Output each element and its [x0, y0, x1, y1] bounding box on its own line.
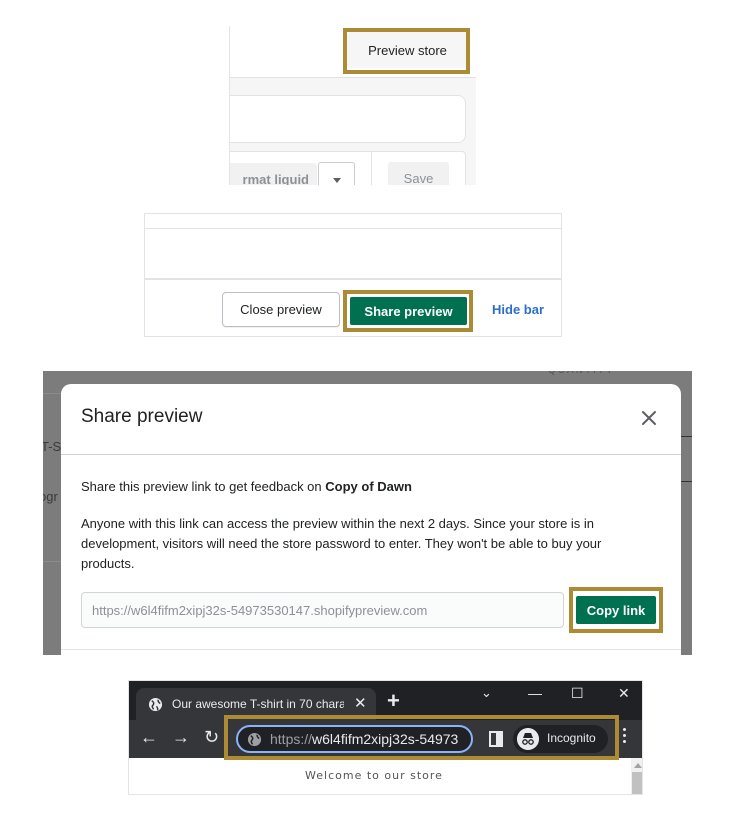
side-panel-icon[interactable]	[489, 731, 503, 747]
copy-link-button[interactable]: Copy link	[576, 596, 656, 624]
tab-close-icon[interactable]: ✕	[354, 694, 367, 712]
dialog-intro: Share this preview link to get feedback …	[81, 479, 412, 494]
close-window-icon[interactable]: ✕	[618, 685, 630, 702]
browser-window-panel: Our awesome T-shirt in 70 charac ✕ + ⌄ —…	[128, 680, 643, 795]
address-url: https://w6l4fifm2xipj32s-54973	[270, 731, 458, 747]
reload-icon[interactable]: ↻	[204, 727, 219, 748]
address-bar[interactable]: https://w6l4fifm2xipj32s-54973	[236, 725, 473, 753]
admin-header-panel: Preview store rmat liquid Save	[229, 26, 476, 185]
divider	[61, 649, 681, 650]
dialog-title: Share preview	[81, 406, 203, 427]
dialog-description: Anyone with this link can access the pre…	[81, 516, 602, 571]
divider	[145, 228, 561, 229]
content-card	[230, 95, 466, 143]
share-preview-dialog: Share preview Share this preview link to…	[61, 384, 681, 655]
url-host: w6l4fifm2xipj32s-54973	[312, 731, 459, 747]
intro-text: Share this preview link to get feedback …	[81, 479, 326, 494]
announcement-text: Welcome to our store	[305, 769, 443, 782]
browser-toolbar: ← → ↻ https://w6l4fifm2xipj32s-54973 Inc…	[129, 720, 642, 758]
hide-bar-link[interactable]: Hide bar	[492, 302, 544, 317]
maximize-icon[interactable]: ☐	[571, 685, 584, 702]
divider	[371, 152, 372, 185]
incognito-label: Incognito	[547, 731, 596, 745]
back-icon[interactable]: ←	[140, 727, 158, 748]
preview-store-button[interactable]: Preview store	[347, 32, 468, 68]
tab-title: Our awesome T-shirt in 70 charac	[172, 697, 344, 711]
forward-icon[interactable]: →	[172, 727, 190, 748]
incognito-badge[interactable]: Incognito	[513, 725, 608, 753]
scrollbar[interactable]	[631, 758, 642, 794]
format-dropdown-button[interactable]	[318, 162, 355, 185]
new-tab-icon[interactable]: +	[387, 690, 400, 712]
background-text: ogr	[43, 489, 58, 504]
background-product-text: T-S	[43, 439, 62, 454]
tab-search-icon[interactable]: ⌄	[481, 685, 492, 701]
background-divider	[43, 561, 63, 562]
background-quantity-header: QUANTITY	[548, 371, 615, 376]
scrollbar-thumb[interactable]	[632, 772, 642, 794]
preview-url-field[interactable]	[81, 592, 564, 628]
minimize-icon[interactable]: —	[528, 685, 542, 701]
share-preview-button[interactable]: Share preview	[350, 297, 467, 325]
url-scheme: https://	[270, 731, 313, 747]
browser-menu-icon[interactable]	[623, 728, 627, 746]
dialog-header: Share preview	[61, 384, 681, 455]
tab-strip: Our awesome T-shirt in 70 charac ✕ + ⌄ —…	[129, 681, 642, 721]
globe-icon	[148, 697, 163, 712]
format-liquid-button[interactable]: rmat liquid	[230, 163, 317, 185]
save-button[interactable]: Save	[388, 162, 449, 185]
close-icon[interactable]	[637, 406, 661, 430]
admin-top-bar: Preview store	[230, 26, 476, 78]
background-divider	[43, 393, 63, 394]
share-preview-modal-panel: QUANTITY T-S ogr Share preview Share thi…	[43, 371, 692, 655]
globe-icon	[247, 732, 262, 747]
scroll-up-arrow-icon[interactable]	[634, 763, 642, 768]
theme-name: Copy of Dawn	[325, 479, 412, 494]
preview-bar-panel: Close preview Share preview Hide bar	[144, 213, 562, 337]
close-preview-button[interactable]: Close preview	[222, 292, 340, 327]
browser-tab[interactable]: Our awesome T-shirt in 70 charac ✕	[136, 688, 376, 721]
incognito-icon	[517, 728, 539, 750]
divider	[145, 278, 561, 280]
page-content: Welcome to our store	[129, 758, 642, 794]
